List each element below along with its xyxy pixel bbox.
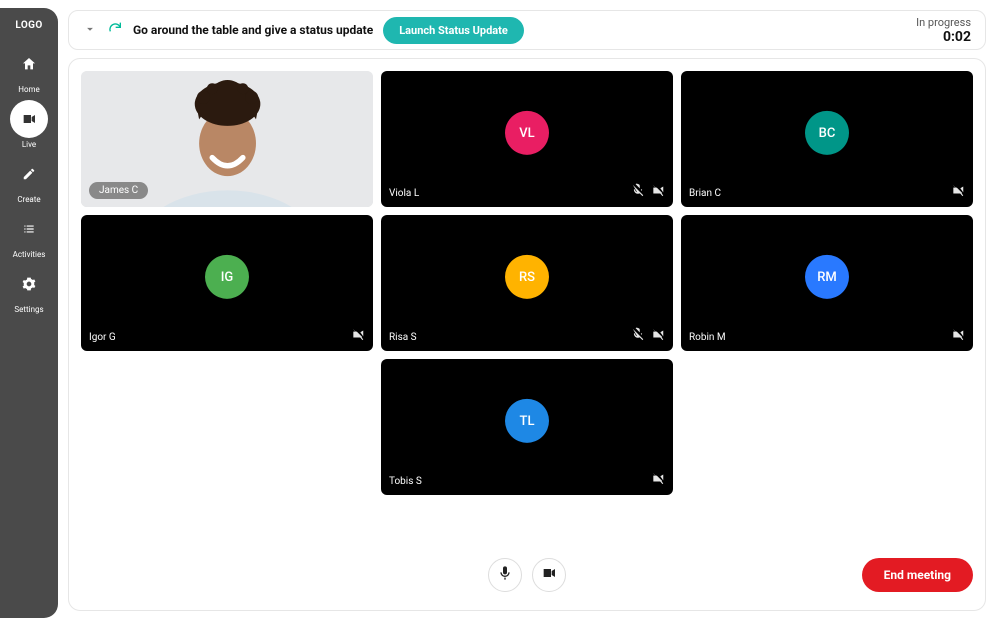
camera-off-icon bbox=[651, 326, 665, 345]
list-icon bbox=[16, 216, 42, 242]
launch-status-button[interactable]: Launch Status Update bbox=[383, 17, 524, 44]
participant-tile[interactable]: RS Risa S bbox=[381, 215, 673, 351]
avatar: RM bbox=[805, 255, 849, 299]
participant-name: Risa S bbox=[389, 332, 417, 343]
participant-name: Viola L bbox=[389, 188, 419, 199]
participant-tile[interactable]: BC Brian C bbox=[681, 71, 973, 207]
gear-icon bbox=[16, 271, 42, 297]
meeting-prompt: Go around the table and give a status up… bbox=[133, 23, 373, 37]
video-stage: James C VL Viola L BC Brian C IG Igor bbox=[68, 58, 986, 611]
participant-tile[interactable]: VL Viola L bbox=[381, 71, 673, 207]
camera-icon bbox=[541, 565, 557, 585]
sidebar-item-label: Home bbox=[18, 85, 40, 94]
participant-tile[interactable]: IG Igor G bbox=[81, 215, 373, 351]
mic-off-icon bbox=[631, 182, 645, 201]
camera-toggle-button[interactable] bbox=[532, 558, 566, 592]
refresh-icon[interactable] bbox=[107, 20, 123, 40]
sidebar-item-activities[interactable] bbox=[9, 210, 49, 248]
sidebar-item-create[interactable] bbox=[9, 155, 49, 193]
camera-off-icon bbox=[951, 182, 965, 201]
control-bar: End meeting bbox=[81, 552, 973, 598]
sidebar-item-label: Activities bbox=[13, 250, 46, 259]
topbar: Go around the table and give a status up… bbox=[68, 10, 986, 50]
participant-name: James C bbox=[89, 182, 148, 199]
sidebar-item-label: Live bbox=[22, 140, 36, 149]
mic-icon bbox=[497, 565, 513, 585]
sidebar-item-live[interactable] bbox=[10, 100, 48, 138]
avatar: BC bbox=[805, 111, 849, 155]
sidebar-item-label: Settings bbox=[14, 305, 43, 314]
chevron-down-icon[interactable] bbox=[83, 21, 97, 40]
participant-tile[interactable]: TL Tobis S bbox=[381, 359, 673, 495]
main: Go around the table and give a status up… bbox=[58, 0, 1000, 625]
avatar: TL bbox=[505, 399, 549, 443]
home-icon bbox=[16, 51, 42, 77]
meeting-timer: 0:02 bbox=[916, 29, 971, 45]
video-grid: James C VL Viola L BC Brian C IG Igor bbox=[81, 71, 973, 495]
sidebar-item-settings[interactable] bbox=[9, 265, 49, 303]
participant-name: Brian C bbox=[689, 188, 721, 199]
mic-off-icon bbox=[631, 326, 645, 345]
participant-name: Igor G bbox=[89, 332, 116, 343]
logo: LOGO bbox=[15, 20, 42, 31]
avatar: IG bbox=[205, 255, 249, 299]
camera-off-icon bbox=[651, 470, 665, 489]
pencil-icon bbox=[16, 161, 42, 187]
camera-off-icon bbox=[651, 182, 665, 201]
end-meeting-button[interactable]: End meeting bbox=[862, 558, 973, 592]
sidebar-item-home[interactable] bbox=[9, 45, 49, 83]
participant-name: Tobis S bbox=[389, 476, 422, 487]
meeting-status: In progress bbox=[916, 16, 971, 29]
video-icon bbox=[16, 106, 42, 132]
participant-tile[interactable]: James C bbox=[81, 71, 373, 207]
mic-toggle-button[interactable] bbox=[488, 558, 522, 592]
avatar: VL bbox=[505, 111, 549, 155]
participant-name: Robin M bbox=[689, 332, 726, 343]
camera-off-icon bbox=[951, 326, 965, 345]
sidebar: LOGO Home Live Create Activ bbox=[0, 8, 58, 618]
sidebar-item-label: Create bbox=[17, 195, 40, 204]
camera-off-icon bbox=[351, 326, 365, 345]
avatar: RS bbox=[505, 255, 549, 299]
participant-tile[interactable]: RM Robin M bbox=[681, 215, 973, 351]
